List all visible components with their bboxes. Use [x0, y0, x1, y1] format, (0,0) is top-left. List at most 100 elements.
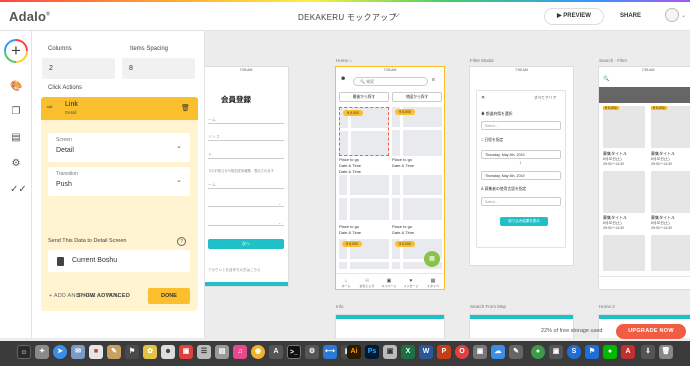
skype-icon[interactable]: S [567, 345, 581, 359]
line-icon[interactable]: ● [531, 345, 545, 359]
app-name[interactable]: DEKAKERU モックアップ [298, 12, 397, 23]
avatar[interactable] [665, 8, 679, 22]
help-icon[interactable]: ? [177, 237, 186, 246]
clear-all-button[interactable]: すべてクリア [534, 96, 556, 101]
mypage-icon[interactable]: ▣ マイページ [381, 278, 397, 288]
home-screen[interactable]: 7:55 AM ☻ 🔍 検索 ≡ 最後から探す 地図から探す ¥ 5,000 ¥… [335, 66, 445, 290]
card-image[interactable] [651, 171, 690, 213]
prefecture-select[interactable]: Select... [481, 121, 561, 130]
safari-icon[interactable]: ➤ [53, 345, 67, 359]
spacing-input[interactable]: 8 [122, 58, 195, 79]
adalo-logo[interactable]: Adalo® [9, 9, 50, 24]
card-image[interactable] [651, 235, 690, 271]
search-input[interactable]: 🔍 検索 [353, 77, 428, 86]
database-icon[interactable]: ▤ [10, 132, 22, 144]
password-field[interactable]: ド [208, 150, 284, 159]
card-image[interactable]: ¥ 5,000 [651, 106, 690, 148]
app-icon[interactable]: ▣ [549, 345, 563, 359]
upgrade-now-button[interactable]: UPGRADE NOW [616, 324, 686, 339]
maps-icon[interactable]: ⚑ [125, 345, 139, 359]
chrome-icon[interactable]: ◉ [251, 345, 265, 359]
finder-folder-icon[interactable]: ☁ [491, 345, 505, 359]
close-icon[interactable]: ✕ [481, 95, 485, 101]
list-item[interactable] [339, 175, 389, 220]
filter-icon[interactable]: ≡ [432, 77, 435, 83]
current-boshu-field[interactable]: Current Boshu [48, 250, 190, 272]
add-another-action-button[interactable]: + ADD ANOTHER ACTION [49, 293, 119, 299]
transition-select[interactable]: Transition Push ⌄ [48, 167, 190, 196]
chevron-down-icon[interactable]: ⌄ [681, 12, 686, 19]
search-icon[interactable]: 🔍 [603, 76, 609, 82]
notes-icon[interactable]: ✎ [107, 345, 121, 359]
done-button[interactable]: DONE [148, 288, 190, 304]
search-latest-button[interactable]: 最後から探す [339, 92, 389, 102]
screenshot-icon[interactable]: ▣ [473, 345, 487, 359]
preferences-icon[interactable]: ⚙ [305, 345, 319, 359]
excel-icon[interactable]: X [401, 345, 415, 359]
columns-input[interactable]: 2 [42, 58, 115, 79]
preview-app-icon[interactable]: ▣ [383, 345, 397, 359]
gear-icon[interactable]: ⚙ [10, 158, 22, 170]
screen-select[interactable]: Screen Detail ⌄ [48, 133, 190, 162]
chevron-down-icon[interactable]: ⌵ [393, 9, 405, 21]
trash-icon[interactable]: 🗑 [181, 104, 190, 112]
utility-icon[interactable]: ✎ [509, 345, 523, 359]
heart-icon[interactable]: ♥ メッセージ [403, 278, 419, 288]
photos-icon[interactable]: ✿ [143, 345, 157, 359]
name-field[interactable]: ーム [208, 115, 284, 124]
user-icon[interactable]: ☻ [340, 76, 346, 82]
acrobat-icon[interactable]: A [621, 345, 635, 359]
music-icon[interactable]: ♫ [233, 345, 247, 359]
share-button[interactable]: SHARE [620, 13, 641, 19]
card-image[interactable] [603, 171, 645, 213]
show-results-button[interactable]: 絞り込み結果を表示 [500, 217, 548, 226]
favorites-icon[interactable]: ☉ お気に入り [359, 278, 375, 288]
reminders-icon[interactable]: ☰ [197, 345, 211, 359]
calendar-date-icon[interactable]: ▣ [179, 345, 193, 359]
launchpad-icon[interactable]: ✦ [35, 345, 49, 359]
palette-icon[interactable]: 🎨 [10, 81, 22, 93]
info-screen[interactable] [335, 314, 445, 338]
preview-button[interactable]: ▶ PREVIEW [544, 8, 604, 25]
search-screen[interactable]: 7:55 AM 🔍 ¥ 5,000 ¥ 5,000 募集タイトル 8月30日(土… [598, 66, 690, 290]
powerpoint-icon[interactable]: P [437, 345, 451, 359]
list-item[interactable] [392, 175, 442, 220]
opera-icon[interactable]: O [455, 345, 469, 359]
home-icon[interactable]: ⌂ ホーム [338, 278, 354, 288]
search-map-screen[interactable] [469, 314, 574, 338]
link-action-header[interactable]: ⇨ Link Detail 🗑 [41, 97, 198, 120]
list-item[interactable]: ¥ 5,000 [339, 107, 389, 156]
select-field[interactable] [208, 217, 284, 226]
vscode-icon[interactable]: ⟷ [323, 345, 337, 359]
language-select[interactable]: Select... [481, 197, 561, 206]
finder-icon[interactable]: ☺ [17, 345, 31, 359]
appstore-icon[interactable]: A [269, 345, 283, 359]
start-date-input[interactable]: Thursday, May 4th, 2019 [481, 150, 561, 159]
word-icon[interactable]: W [419, 345, 433, 359]
list-item[interactable]: ¥ 5,000 [392, 107, 442, 156]
illustrator-icon[interactable]: Ai [347, 345, 361, 359]
select-field[interactable] [208, 198, 284, 207]
nickname-field[interactable]: ーム [208, 180, 284, 189]
signup-screen[interactable]: 7:55 AM 会員登録 ーム ドレス ド でのお知らせや役割定情報等、表示され… [205, 66, 289, 287]
mail-icon[interactable]: ✉ [71, 345, 85, 359]
editor-canvas[interactable]: 7:55 AM 会員登録 ーム ドレス ド でのお知らせや役割定情報等、表示され… [205, 31, 690, 338]
contacts-icon[interactable]: ☻ [161, 345, 175, 359]
map-pin-icon[interactable]: ⚑ [585, 345, 599, 359]
keynote-icon[interactable]: ▤ [215, 345, 229, 359]
email-field[interactable]: ドレス [208, 132, 284, 141]
downloads-icon[interactable]: ⇓ [641, 345, 655, 359]
search-map-button[interactable]: 地図から探す [392, 92, 442, 102]
card-image[interactable]: ¥ 5,000 [603, 106, 645, 148]
card-image[interactable] [603, 235, 645, 271]
login-link[interactable]: アカウントを自作ちの方はこちら [208, 268, 288, 273]
end-date-input[interactable]: Thursday, May 4th, 2019 [481, 171, 561, 180]
line-chat-icon[interactable]: ● [603, 345, 617, 359]
trash-icon[interactable]: 🗑 [659, 345, 673, 359]
list-item[interactable]: ¥ 5,000 [339, 239, 389, 269]
publish-icon[interactable]: ✓✓ [10, 184, 27, 196]
filter-modal-screen[interactable]: 7:55 AM ✕ すべてクリア ◉ 都道府県を選択 Select... □ 日… [469, 66, 574, 266]
add-component-button[interactable]: + [4, 39, 28, 63]
screens-icon[interactable]: ❐ [10, 106, 22, 118]
photoshop-icon[interactable]: Ps [365, 345, 379, 359]
